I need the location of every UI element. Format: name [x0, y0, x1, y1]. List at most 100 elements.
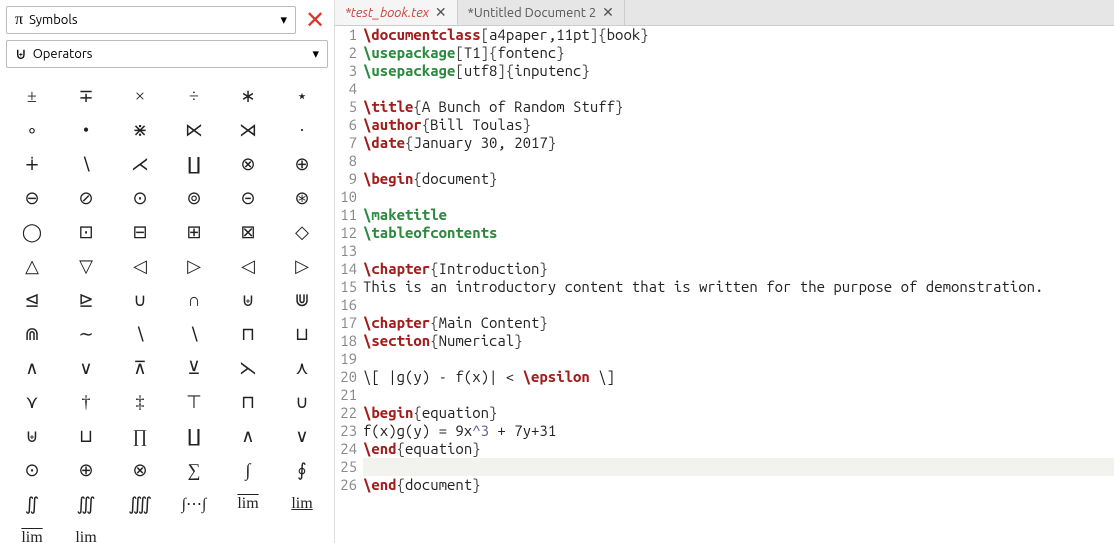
symbol-item[interactable]: ▽	[60, 250, 112, 282]
code-line[interactable]: \begin{equation}	[363, 404, 1114, 422]
symbol-item[interactable]: ∮	[276, 454, 328, 486]
symbol-item[interactable]: lim	[222, 488, 274, 520]
symbol-item[interactable]: ⊠	[222, 216, 274, 248]
symbol-item[interactable]: ⋎	[6, 386, 58, 418]
code-line[interactable]: \date{January 30, 2017}	[363, 134, 1114, 152]
code-line[interactable]	[363, 350, 1114, 368]
code-line[interactable]: \begin{document}	[363, 170, 1114, 188]
symbol-item[interactable]: ▷	[168, 250, 220, 282]
symbol-item[interactable]: ÷	[168, 80, 220, 112]
symbol-item[interactable]: ⊎	[222, 284, 274, 316]
symbol-item[interactable]: ∬	[6, 488, 58, 520]
operators-dropdown[interactable]: ⊎ Operators ▾	[6, 40, 328, 68]
symbol-item[interactable]: ⊻	[168, 352, 220, 384]
symbol-item[interactable]: ∨	[60, 352, 112, 384]
symbol-item[interactable]: ◯	[6, 216, 58, 248]
symbol-item[interactable]: ⊔	[276, 318, 328, 350]
code-line[interactable]: f(x)g(y) = 9x^3 + 7y+31	[363, 422, 1114, 440]
symbol-item[interactable]: ⋒	[6, 318, 58, 350]
symbol-item[interactable]: lim	[60, 522, 112, 543]
code-line[interactable]: \end{document}	[363, 476, 1114, 494]
code-line[interactable]: \[ |g(y) - f(x)| < \epsilon \]	[363, 368, 1114, 386]
symbol-item[interactable]: ⊔	[60, 420, 112, 452]
symbol-item[interactable]: ∧	[6, 352, 58, 384]
symbol-item[interactable]: △	[6, 250, 58, 282]
symbol-item[interactable]: ⊼	[114, 352, 166, 384]
symbol-item[interactable]: ∪	[276, 386, 328, 418]
symbol-item[interactable]: ⊘	[60, 182, 112, 214]
symbol-item[interactable]: ∧	[222, 420, 274, 452]
symbol-item[interactable]: ⊚	[168, 182, 220, 214]
code-editor[interactable]: 1234567891011121314151617181920212223242…	[335, 26, 1114, 543]
symbol-item[interactable]: ∨	[276, 420, 328, 452]
symbol-item[interactable]: ◇	[276, 216, 328, 248]
symbol-item[interactable]: ⊞	[168, 216, 220, 248]
code-line[interactable]: This is an introductory content that is …	[363, 278, 1114, 296]
code-line[interactable]	[363, 296, 1114, 314]
symbol-item[interactable]: ∘	[6, 114, 58, 146]
symbol-item[interactable]: ⋏	[276, 352, 328, 384]
symbol-item[interactable]: ∓	[60, 80, 112, 112]
code-line[interactable]: \chapter{Main Content}	[363, 314, 1114, 332]
symbol-item[interactable]: ‡	[114, 386, 166, 418]
symbol-item[interactable]: ⊕	[276, 148, 328, 180]
symbol-item[interactable]: ⊤	[168, 386, 220, 418]
code-line[interactable]: \title{A Bunch of Random Stuff}	[363, 98, 1114, 116]
symbol-item[interactable]: ∖	[114, 318, 166, 350]
symbol-item[interactable]: ∼	[60, 318, 112, 350]
symbol-item[interactable]: ⊙	[6, 454, 58, 486]
code-line[interactable]	[363, 386, 1114, 404]
code-line[interactable]: \end{equation}	[363, 440, 1114, 458]
symbol-item[interactable]: ∖	[168, 318, 220, 350]
symbol-item[interactable]: lim	[6, 522, 58, 543]
symbol-item[interactable]: ⊖	[6, 182, 58, 214]
code-line[interactable]: \author{Bill Toulas}	[363, 116, 1114, 134]
symbol-item[interactable]: ∪	[114, 284, 166, 316]
code-line[interactable]: \maketitle	[363, 206, 1114, 224]
symbols-dropdown[interactable]: π Symbols ▾	[6, 6, 296, 34]
code-line[interactable]: \documentclass[a4paper,11pt]{book}	[363, 26, 1114, 44]
symbol-item[interactable]: ⊗	[114, 454, 166, 486]
symbol-item[interactable]: ⋉	[168, 114, 220, 146]
code-line[interactable]: \section{Numerical}	[363, 332, 1114, 350]
symbol-item[interactable]: ⊙	[114, 182, 166, 214]
code-line[interactable]: \usepackage[utf8]{inputenc}	[363, 62, 1114, 80]
symbol-item[interactable]: ⊟	[114, 216, 166, 248]
symbol-item[interactable]: ◁	[114, 250, 166, 282]
code-line[interactable]	[363, 188, 1114, 206]
code-line[interactable]	[363, 242, 1114, 260]
symbol-item[interactable]: lim	[276, 488, 328, 520]
tab-close-icon[interactable]: ✕	[435, 4, 447, 21]
symbol-item[interactable]: ·	[276, 114, 328, 146]
code-line[interactable]: \tableofcontents	[363, 224, 1114, 242]
symbol-item[interactable]: ⊎	[6, 420, 58, 452]
symbol-item[interactable]: ⋋	[222, 352, 274, 384]
symbol-item[interactable]: ⊛	[276, 182, 328, 214]
symbol-item[interactable]: ∐	[168, 148, 220, 180]
symbol-item[interactable]: ⊗	[222, 148, 274, 180]
symbol-item[interactable]: ⋆	[276, 80, 328, 112]
editor-tab[interactable]: *test_book.tex✕	[335, 0, 458, 25]
symbol-item[interactable]: ⋇	[114, 114, 166, 146]
code-line[interactable]	[363, 152, 1114, 170]
symbol-item[interactable]: ⊵	[60, 284, 112, 316]
symbol-item[interactable]: •	[60, 114, 112, 146]
symbol-item[interactable]: ⨌	[114, 488, 166, 520]
symbol-item[interactable]: ⊴	[6, 284, 58, 316]
symbol-item[interactable]: ⊓	[222, 318, 274, 350]
symbol-item[interactable]: ∐	[168, 420, 220, 452]
code-lines[interactable]: \documentclass[a4paper,11pt]{book} \usepa…	[363, 26, 1114, 543]
symbol-item[interactable]: ×	[114, 80, 166, 112]
code-line[interactable]	[363, 458, 1114, 476]
code-line[interactable]	[363, 80, 1114, 98]
symbol-item[interactable]: ◁	[222, 250, 274, 282]
symbol-item[interactable]: ∖	[60, 148, 112, 180]
symbol-item[interactable]: ▷	[276, 250, 328, 282]
symbol-item[interactable]: ∩	[168, 284, 220, 316]
symbol-item[interactable]: ∗	[222, 80, 274, 112]
symbol-item[interactable]: ∫⋯∫	[168, 488, 220, 520]
symbol-item[interactable]: ⊡	[60, 216, 112, 248]
symbol-item[interactable]: ∏	[114, 420, 166, 452]
tab-close-icon[interactable]: ✕	[602, 4, 614, 21]
symbol-item[interactable]: ⋓	[276, 284, 328, 316]
